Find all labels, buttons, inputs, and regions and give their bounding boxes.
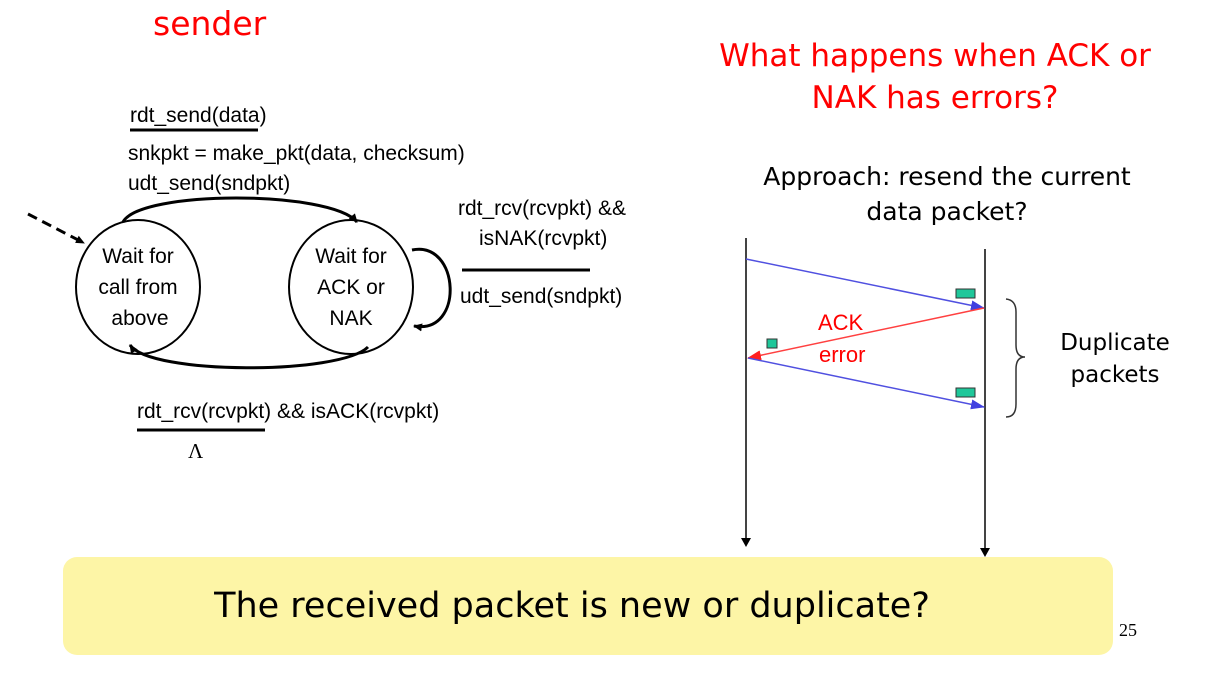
ack-arrow [747,307,985,361]
state-2-line-1: Wait for [315,245,387,268]
send-action-1: snkpkt = make_pkt(data, checksum) [128,142,465,165]
ack-event: rdt_rcv(rcvpkt) && isACK(rcvpkt) [137,400,439,423]
nak-action: udt_send(sndpkt) [460,285,622,308]
data-packet-2 [955,387,976,398]
callout-text: The received packet is new or duplicate? [213,586,930,626]
initial-state-arrow [27,212,85,245]
duplicate-line-2: packets [1071,362,1160,388]
send-event: rdt_send(data) [130,104,267,127]
slide: sender What happens when ACK or NAK has … [27,4,1170,655]
approach-line-1: Approach: resend the current [763,162,1131,191]
state-1-line-1: Wait for [102,245,174,268]
state-2-line-3: NAK [329,307,372,330]
send-action-2: udt_send(sndpkt) [128,172,290,195]
timeline-diagram: Approach: resend the current data packet… [741,162,1170,557]
ack-packet [766,338,778,349]
transition-ack-arrow [128,344,370,370]
approach-line-2: data packet? [866,197,1027,226]
fsm-diagram: rdt_send(data) snkpkt = make_pkt(data, c… [27,104,626,463]
state-1-line-2: call from [98,276,177,299]
transition-nak-loop [411,247,452,332]
page-number: 25 [1119,620,1137,640]
transition-send-arrow [121,196,359,224]
data-packet-arrow-2 [747,357,985,410]
nak-event-1: rdt_rcv(rcvpkt) && [458,197,626,220]
ack-action-lambda: Λ [188,439,204,463]
state-1-line-3: above [111,307,168,330]
question-line-1: What happens when ACK or [719,38,1151,74]
state-2-line-2: ACK or [317,276,385,299]
data-packet-arrow-1 [745,258,985,311]
ack-error-line-1: ACK [818,310,864,335]
sender-title: sender [153,4,267,43]
sender-timeline-arrowhead [741,538,751,547]
question-line-2: NAK has errors? [812,80,1059,116]
duplicate-brace [1005,298,1026,418]
ack-error-line-2: error [819,342,865,367]
duplicate-line-1: Duplicate [1060,330,1170,356]
receiver-timeline-arrowhead [980,548,990,557]
data-packet-1 [955,288,976,299]
nak-event-2: isNAK(rcvpkt) [479,227,607,250]
